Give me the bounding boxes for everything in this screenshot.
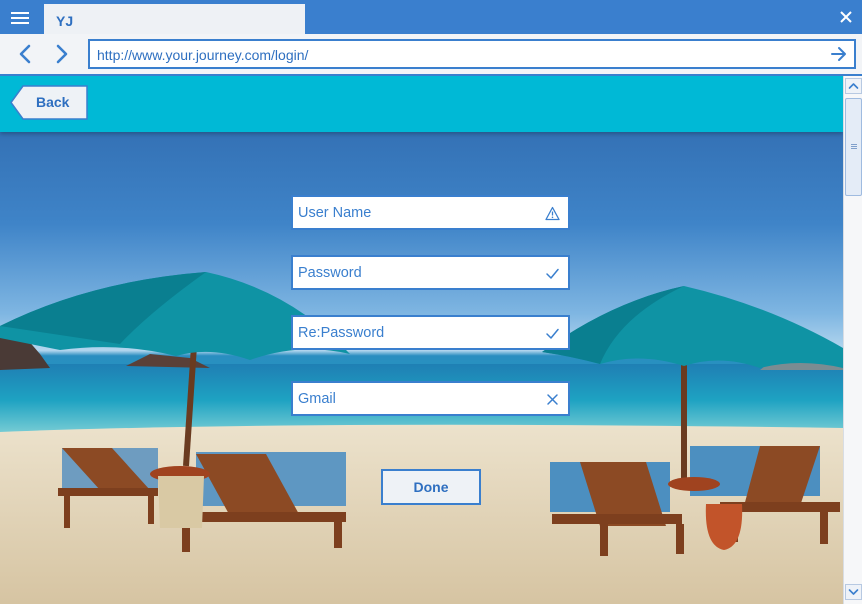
gmail-field[interactable] — [291, 381, 570, 416]
check-icon — [545, 266, 560, 281]
username-field[interactable] — [291, 195, 570, 230]
title-bar: YJ — [0, 0, 862, 34]
done-button[interactable]: Done — [381, 469, 481, 505]
check-icon — [545, 326, 560, 341]
username-input[interactable] — [293, 197, 533, 228]
address-bar: http://www.your.journey.com/login/ — [0, 34, 862, 75]
page-viewport: Back Done — [0, 76, 843, 604]
chevron-right-icon[interactable] — [52, 43, 72, 65]
password-field[interactable] — [291, 255, 570, 290]
browser-tab[interactable]: YJ — [44, 4, 305, 34]
scroll-down-icon[interactable] — [845, 584, 862, 600]
back-label: Back — [36, 94, 70, 110]
x-icon — [545, 392, 560, 407]
repassword-input[interactable] — [293, 317, 533, 348]
close-icon[interactable] — [838, 9, 854, 25]
chevron-left-icon[interactable] — [16, 43, 36, 65]
page-header: Back — [0, 76, 843, 132]
gmail-input[interactable] — [293, 383, 533, 414]
url-text: http://www.your.journey.com/login/ — [97, 47, 309, 63]
password-input[interactable] — [293, 257, 533, 288]
tab-title: YJ — [56, 13, 74, 29]
scroll-up-icon[interactable] — [845, 78, 862, 94]
arrow-right-icon[interactable] — [830, 45, 848, 63]
hamburger-menu-icon[interactable] — [11, 10, 31, 26]
back-button[interactable]: Back — [10, 85, 88, 120]
vertical-scrollbar[interactable] — [843, 76, 862, 604]
repassword-field[interactable] — [291, 315, 570, 350]
url-input[interactable]: http://www.your.journey.com/login/ — [88, 39, 856, 69]
warning-icon — [545, 206, 560, 221]
scroll-thumb[interactable] — [845, 98, 862, 196]
